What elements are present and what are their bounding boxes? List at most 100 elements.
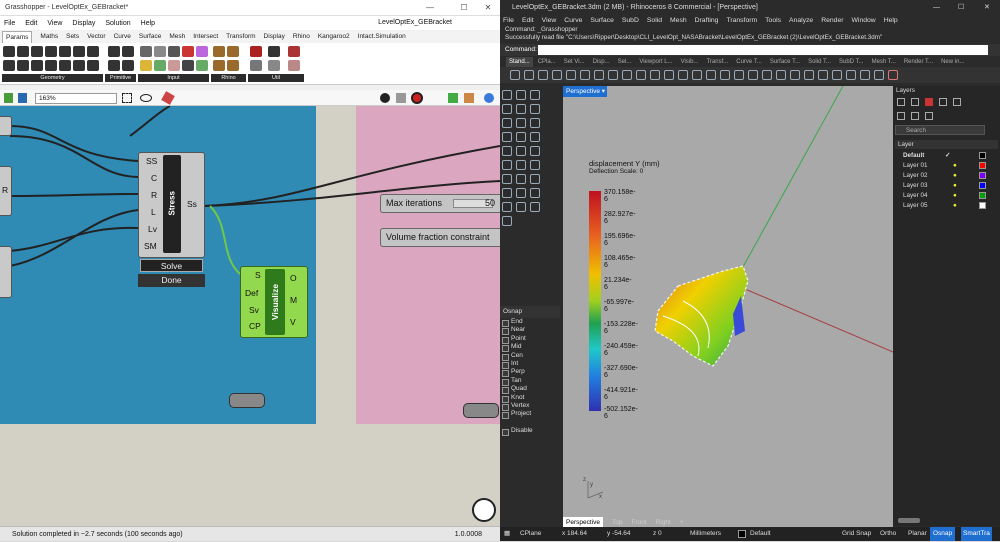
arrow-right-outline-icon[interactable] (268, 60, 280, 71)
layer-color-swatch[interactable] (979, 192, 986, 199)
osnap-point[interactable]: Point (500, 335, 560, 345)
osnap-mid[interactable]: Mid (500, 343, 560, 353)
osnap-near[interactable]: Near (500, 326, 560, 336)
gh-menu-display[interactable]: Display (72, 20, 95, 27)
layer-row-01[interactable]: Layer 01 ● (895, 161, 998, 170)
input-c[interactable]: C (151, 173, 157, 183)
status-ortho[interactable]: Ortho (880, 527, 896, 541)
split-icon[interactable] (516, 188, 526, 198)
osnap-cen[interactable]: Cen (500, 352, 560, 362)
tb-tab-solid-tools[interactable]: Solid T... (805, 57, 834, 67)
new-layer-icon[interactable] (897, 98, 905, 106)
windows-icon[interactable]: ▦ (504, 527, 510, 541)
preview-wire-icon[interactable] (396, 93, 406, 103)
group-collapse-handle-2[interactable] (463, 403, 499, 418)
flask-util-icon[interactable] (288, 46, 300, 57)
plane-param-icon[interactable] (31, 60, 43, 71)
rh-menu-tools[interactable]: Tools (765, 16, 781, 26)
rhino-geometry-icon[interactable] (213, 46, 225, 57)
polygon-icon[interactable] (516, 132, 526, 142)
tab-intact-simulation[interactable]: Intact.Simulation (358, 31, 406, 43)
input-cp[interactable]: CP (249, 321, 261, 331)
box-param-icon[interactable] (3, 46, 15, 57)
osnap-quad[interactable]: Quad (500, 385, 560, 395)
gh-menu-help[interactable]: Help (141, 20, 155, 27)
shaded-icon[interactable] (790, 70, 800, 80)
input-ss[interactable]: SS (146, 156, 157, 166)
layer-row-default[interactable]: Default ✓ (895, 151, 998, 160)
mesh-icon[interactable] (530, 160, 540, 170)
save-icon[interactable] (538, 70, 548, 80)
status-smarttrack[interactable]: SmartTra (961, 527, 992, 541)
surface-param-icon[interactable] (73, 46, 85, 57)
bulb-icon[interactable]: ● (953, 171, 957, 180)
panel-input-icon[interactable] (168, 46, 180, 57)
check-icon[interactable] (530, 202, 540, 212)
layer-row-03[interactable]: Layer 03 ● (895, 181, 998, 190)
command-input[interactable] (538, 45, 988, 55)
sketch-pen-icon[interactable] (161, 91, 175, 105)
list-input-icon[interactable] (168, 60, 180, 71)
undo-view-icon[interactable] (720, 70, 730, 80)
array-icon[interactable] (530, 174, 540, 184)
explode-icon[interactable] (502, 202, 512, 212)
rhino-close-icon[interactable]: ✕ (984, 0, 990, 16)
gh-menu-solution[interactable]: Solution (105, 20, 130, 27)
layer-tools-icon[interactable] (925, 112, 933, 120)
preview-none-icon[interactable] (380, 93, 390, 103)
trim-icon[interactable] (502, 188, 512, 198)
cherry-util-icon[interactable] (250, 46, 262, 57)
solid-box-icon[interactable] (530, 146, 540, 156)
pan-icon[interactable] (636, 70, 646, 80)
transform-icon[interactable] (516, 174, 526, 184)
input-s[interactable]: S (255, 270, 261, 280)
rh-menu-transform[interactable]: Transform (726, 16, 757, 26)
cut-icon[interactable] (580, 70, 590, 80)
tb-tab-viewport-layout[interactable]: Viewport L... (636, 57, 675, 67)
tab-transform[interactable]: Transform (226, 31, 255, 43)
dimension-icon[interactable] (502, 174, 512, 184)
value-list-icon[interactable] (182, 60, 194, 71)
rh-menu-help[interactable]: Help (884, 16, 898, 26)
filter-icon[interactable] (897, 112, 905, 120)
twisted-box-param-icon[interactable] (73, 60, 85, 71)
point-icon[interactable] (516, 90, 526, 100)
rectangle-icon[interactable] (502, 132, 512, 142)
tab-mesh[interactable]: Mesh (169, 31, 185, 43)
max-iterations-slider[interactable]: Max iterations 50 (380, 194, 500, 213)
tb-tab-surface-tools[interactable]: Surface T... (767, 57, 803, 67)
output-o[interactable]: O (290, 273, 297, 283)
point-param-icon[interactable] (3, 60, 15, 71)
osnap-vertex[interactable]: Vertex (500, 402, 560, 412)
navigation-compass-icon[interactable] (472, 498, 496, 522)
layers-scrollbar[interactable] (898, 518, 920, 523)
layers-icon[interactable] (748, 70, 758, 80)
status-layer[interactable]: Default (750, 527, 771, 541)
move-up-icon[interactable] (939, 98, 947, 106)
bulb-icon[interactable]: ● (953, 201, 957, 210)
layer-color-swatch[interactable] (979, 202, 986, 209)
zoom-icon[interactable] (664, 70, 674, 80)
print-icon[interactable] (552, 70, 562, 80)
input-sv[interactable]: Sv (249, 305, 259, 315)
gh-menu-edit[interactable]: Edit (25, 20, 37, 27)
tb-tab-new-in[interactable]: New in... (938, 57, 967, 67)
extrude-icon[interactable] (516, 146, 526, 156)
gh-menu-file[interactable]: File (4, 20, 15, 27)
new-file-icon[interactable] (510, 70, 520, 80)
tab-display[interactable]: Display (264, 31, 285, 43)
paste-icon[interactable] (608, 70, 618, 80)
rh-menu-file[interactable]: File (503, 16, 514, 26)
arrow-right-icon[interactable] (268, 46, 280, 57)
param-node-2[interactable]: R (0, 166, 12, 216)
gh-canvas[interactable]: R SS C R L Lv SM Stress Ss Solve Done S … (0, 106, 500, 526)
wireframe-icon[interactable] (776, 70, 786, 80)
preview-selected-icon[interactable] (448, 93, 458, 103)
arc-param-icon[interactable] (45, 46, 57, 57)
perspective-viewport[interactable]: y x z displacement Y (mm) Deflection Sca… (563, 86, 893, 531)
vector-param-icon[interactable] (87, 60, 99, 71)
minimize-icon[interactable]: — (416, 0, 444, 16)
rh-menu-render[interactable]: Render (821, 16, 843, 26)
layer-row-04[interactable]: Layer 04 ● (895, 191, 998, 200)
undo-icon[interactable] (622, 70, 632, 80)
